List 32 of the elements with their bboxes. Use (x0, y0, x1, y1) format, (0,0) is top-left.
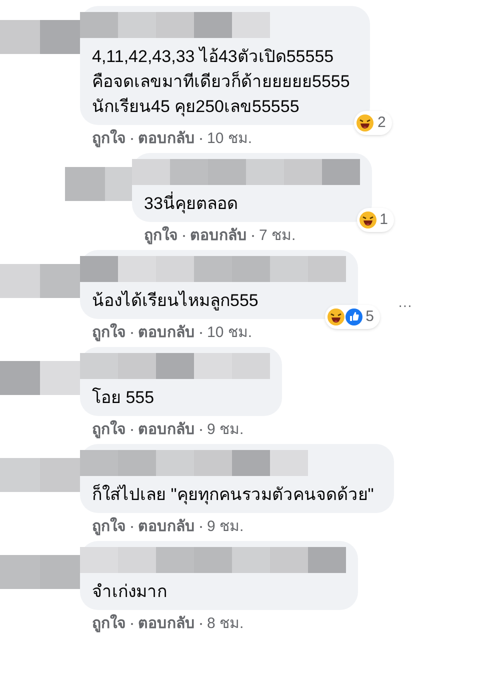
timestamp-link[interactable]: 7 ชม. (259, 226, 296, 246)
reaction-badge[interactable]: 2 (354, 110, 392, 135)
comment-text: ก็ใส่ไปเลย "คุยทุกคนรวมตัวคนจดด้วย" (92, 483, 375, 506)
timestamp-link[interactable]: 8 ชม. (207, 614, 244, 634)
reaction-count: 1 (380, 210, 389, 230)
comment-text: โอย 555 (92, 386, 156, 409)
comment-text: คือจดเลขมาทีเดียวก็ด้ายยยยย5555 (92, 70, 351, 93)
reply-link[interactable]: ตอบกลับ (138, 517, 195, 537)
reply-link[interactable]: ตอบกลับ (138, 129, 195, 149)
reply-link[interactable]: ตอบกลับ (138, 614, 195, 634)
reply-link[interactable]: ตอบกลับ (138, 420, 195, 440)
like-link[interactable]: ถูกใจ (92, 420, 126, 440)
reaction-count: 2 (377, 112, 387, 132)
timestamp-link[interactable]: 10 ชม. (207, 323, 252, 343)
reply-link[interactable]: ตอบกลับ (190, 226, 247, 246)
like-link[interactable]: ถูกใจ (144, 226, 178, 246)
timestamp-link[interactable]: 10 ชม. (207, 129, 252, 149)
like-link[interactable]: ถูกใจ (92, 129, 126, 149)
like-link[interactable]: ถูกใจ (92, 517, 126, 537)
comment-text: 4,11,42,43,33 ไอ้43ตัวเปิด55555 (92, 46, 335, 68)
reaction-badge[interactable]: 5 (324, 304, 380, 329)
like-link[interactable]: ถูกใจ (92, 614, 126, 634)
comment-text: น้องได้เรียนไหมลูก555 (92, 290, 260, 312)
comment-text: นักเรียน45 คุย250เลข55555 (92, 96, 300, 118)
timestamp-link[interactable]: 9 ชม. (207, 517, 244, 537)
comment-text: จำเก่งมาก (92, 581, 168, 603)
reply-link[interactable]: ตอบกลับ (138, 323, 195, 343)
like-link[interactable]: ถูกใจ (92, 323, 126, 343)
more-options-button[interactable]: ··· (398, 300, 412, 316)
reaction-badge[interactable]: 1 (356, 208, 394, 232)
timestamp-link[interactable]: 9 ชม. (207, 420, 244, 440)
reaction-count: 5 (366, 306, 375, 326)
